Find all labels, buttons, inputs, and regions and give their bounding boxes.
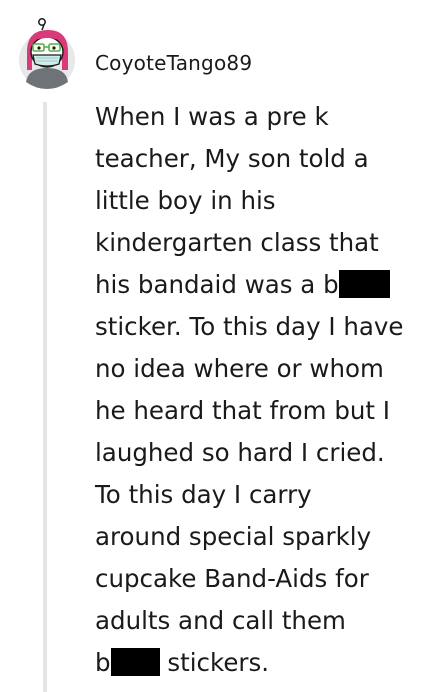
user-avatar-icon[interactable] [18, 18, 76, 90]
comment: CoyoteTango89 When I was a pre k teacher… [0, 0, 436, 692]
comment-line: sticker. To this day I have [95, 312, 404, 341]
comment-line: To this day I carry [95, 480, 312, 509]
comment-line: around special sparkly [95, 522, 372, 551]
comment-text: stickers. [167, 648, 270, 677]
comment-line: he heard that from but I [95, 396, 391, 425]
redaction-bar [338, 270, 390, 298]
comment-body: When I was a pre k teacher, My son told … [95, 96, 431, 684]
comment-line: teacher, My son told a [95, 144, 369, 173]
comment-line: adults and call them [95, 606, 346, 635]
comment-line-with-redaction: his bandaid was a b [95, 264, 431, 306]
comment-line: no idea where or whom [95, 354, 384, 383]
comment-line: kindergarten class that [95, 228, 379, 257]
comment-author-username[interactable]: CoyoteTango89 [95, 50, 252, 76]
comment-line: cupcake Band-Aids for [95, 564, 369, 593]
comment-text: b [95, 648, 111, 677]
comment-line: laughed so hard I cried. [95, 438, 385, 467]
comment-thread-line[interactable] [43, 102, 47, 692]
comment-line-with-redaction: b stickers. [95, 642, 431, 684]
comment-line: When I was a pre k [95, 102, 329, 131]
comment-text: his bandaid was a b [95, 270, 339, 299]
comment-line: little boy in his [95, 186, 276, 215]
redaction-bar [110, 648, 160, 676]
